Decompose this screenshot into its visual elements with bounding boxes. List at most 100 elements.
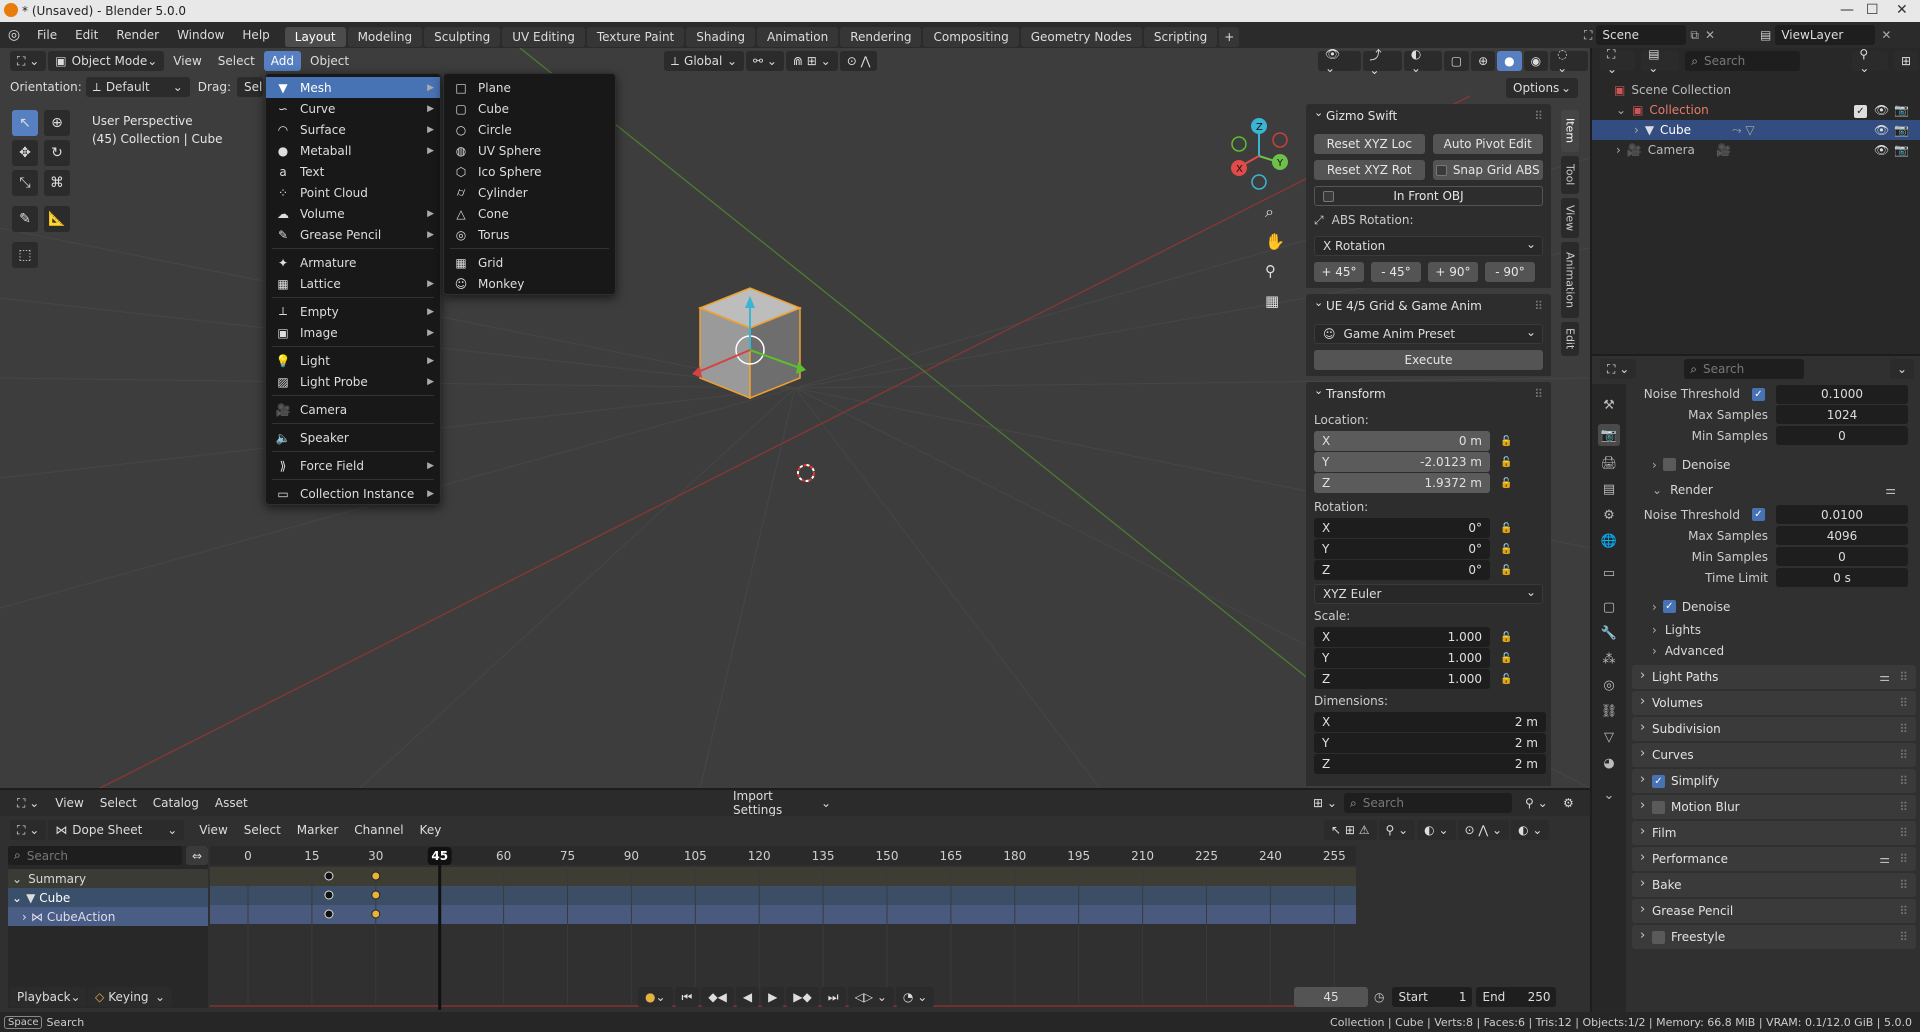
tab-texture-paint[interactable]: Texture Paint bbox=[586, 26, 685, 47]
viewport-min-samples-field[interactable]: 0 bbox=[1776, 426, 1908, 445]
panel-film[interactable]: Film ⠿ bbox=[1632, 821, 1916, 845]
keyframe-marker[interactable] bbox=[324, 871, 334, 881]
render-camera-icon[interactable]: 📷 bbox=[1894, 123, 1909, 137]
lock-icon[interactable]: 🔓 bbox=[1500, 653, 1512, 664]
dope-menu-key[interactable]: Key bbox=[413, 820, 449, 840]
pivot-icon[interactable]: ⚯ ⌄ bbox=[746, 51, 784, 71]
drag-handle-icon[interactable]: ⠿ bbox=[1899, 930, 1908, 944]
tab-modeling[interactable]: Modeling bbox=[347, 26, 423, 47]
panel-freestyle[interactable]: Freestyle ⠿ bbox=[1632, 925, 1916, 949]
drag-handle-icon[interactable]: ⠿ bbox=[1899, 904, 1908, 918]
view-layer-tab-icon[interactable]: ▤ bbox=[1598, 478, 1620, 500]
simplify-checkbox[interactable]: ✓ bbox=[1652, 774, 1665, 788]
navigation-gizmo[interactable]: Z Y X bbox=[1226, 116, 1296, 196]
viewport-noise-threshold-checkbox[interactable]: ✓ bbox=[1752, 387, 1765, 401]
panel-volumes[interactable]: Volumes ⠿ bbox=[1632, 691, 1916, 715]
start-frame-field[interactable]: Start 1 bbox=[1392, 987, 1473, 1007]
render-camera-icon[interactable]: 📷 bbox=[1894, 103, 1909, 117]
viewport-max-samples-field[interactable]: 1024 bbox=[1776, 405, 1908, 424]
import-settings-dropdown[interactable]: Import Settings ⌄ bbox=[726, 789, 838, 817]
lock-icon[interactable]: 🔓 bbox=[1500, 674, 1512, 685]
game-anim-preset-dropdown[interactable]: ☺ Game Anim Preset bbox=[1314, 324, 1543, 344]
render-denoise-checkbox[interactable]: ✓ bbox=[1662, 600, 1676, 613]
pin-icon[interactable]: ⧉ bbox=[1690, 28, 1699, 43]
menu-file[interactable]: File bbox=[28, 22, 66, 48]
tab-animation[interactable]: Animation bbox=[757, 26, 839, 47]
proportional-edit-icon[interactable]: ⊙ ⋀ bbox=[839, 51, 878, 71]
rotate-plus-45-button[interactable]: + 45° bbox=[1314, 262, 1364, 282]
channel-summary[interactable]: ⌄ Summary bbox=[8, 869, 208, 888]
pan-hand-icon[interactable]: ✋ bbox=[1265, 232, 1285, 251]
perspective-grid-icon[interactable]: ▦ bbox=[1265, 292, 1279, 310]
dope-menu-channel[interactable]: Channel bbox=[347, 820, 410, 840]
execute-button[interactable]: Execute bbox=[1314, 350, 1543, 370]
drag-handle-icon[interactable]: ⠿ bbox=[1899, 774, 1908, 788]
add-armature-item[interactable]: ✦ Armature bbox=[266, 252, 440, 273]
overlay-toggle-icon[interactable]: ◐ ⌄ bbox=[1511, 820, 1550, 840]
render-subpanel-row[interactable]: ⌄ Render ⚌ bbox=[1632, 479, 1916, 500]
editor-type-icon[interactable]: ⛶ ⌄ bbox=[10, 820, 47, 840]
object-tab-icon[interactable]: ▢ bbox=[1598, 596, 1620, 618]
jump-start-icon[interactable]: ⏮ bbox=[674, 987, 700, 1007]
collapse-icon[interactable]: › bbox=[1652, 623, 1657, 637]
menu-edit[interactable]: Edit bbox=[66, 22, 107, 48]
data-tab-icon[interactable]: ▽ bbox=[1598, 726, 1620, 748]
rotation-mode-dropdown[interactable]: XYZ Euler bbox=[1314, 584, 1543, 604]
mesh-cone-item[interactable]: △ Cone bbox=[444, 203, 615, 224]
maximize-icon[interactable]: ☐ bbox=[1866, 2, 1879, 18]
keyframe-marker[interactable] bbox=[371, 890, 381, 900]
overlay-toggle-icon[interactable]: ◐ ⌄ bbox=[1403, 48, 1442, 75]
clock-icon[interactable]: ◷ bbox=[1374, 990, 1384, 1004]
action-link-icon[interactable]: ⤳ ▽ bbox=[1732, 123, 1755, 138]
rotation-x-field[interactable]: X 0° bbox=[1314, 518, 1490, 538]
tab-view[interactable]: View bbox=[1561, 198, 1579, 238]
mesh-plane-item[interactable]: □ Plane bbox=[444, 77, 615, 98]
cube-row[interactable]: › ▼ Cube ⤳ ▽ 👁 📷 bbox=[1592, 120, 1920, 140]
collapse-icon[interactable]: › bbox=[1652, 458, 1657, 472]
add-metaball-item[interactable]: ● Metaball ▶ bbox=[266, 140, 440, 161]
mesh-ico-sphere-item[interactable]: ⬡ Ico Sphere bbox=[444, 161, 615, 182]
gizmo-swift-header[interactable]: Gizmo Swift ⠿ bbox=[1306, 104, 1551, 128]
drag-handle-icon[interactable]: ⠿ bbox=[1899, 852, 1908, 866]
current-frame-field[interactable]: 45 bbox=[1294, 987, 1368, 1007]
drag-handle-icon[interactable]: ⠿ bbox=[1899, 696, 1908, 710]
rotation-z-field[interactable]: Z 0° bbox=[1314, 560, 1490, 580]
rotation-axis-dropdown[interactable]: X Rotation bbox=[1314, 236, 1543, 256]
mesh-cylinder-item[interactable]: ⌭ Cylinder bbox=[444, 182, 615, 203]
visibility-eye-icon[interactable]: 👁 bbox=[1874, 103, 1889, 117]
tab-shading[interactable]: Shading bbox=[686, 26, 755, 47]
panel-bake[interactable]: Bake ⠿ bbox=[1632, 873, 1916, 897]
viewport-denoise-row[interactable]: › Denoise bbox=[1632, 454, 1916, 475]
render-time-limit-field[interactable]: 0 s bbox=[1776, 568, 1908, 587]
add-light-probe-item[interactable]: ▨ Light Probe ▶ bbox=[266, 371, 440, 392]
add-curve-item[interactable]: ∽ Curve ▶ bbox=[266, 98, 440, 119]
render-max-samples-field[interactable]: 4096 bbox=[1776, 526, 1908, 545]
panel-simplify[interactable]: ✓ Simplify ⠿ bbox=[1632, 769, 1916, 793]
add-grease-pencil-item[interactable]: ✎ Grease Pencil ▶ bbox=[266, 224, 440, 245]
blender-menu-icon[interactable]: ◎ bbox=[0, 22, 28, 48]
collapse-icon[interactable]: › bbox=[1616, 143, 1621, 157]
camera-data-icon[interactable]: 🎥 bbox=[1716, 143, 1731, 157]
add-point-cloud-item[interactable]: ⁘ Point Cloud bbox=[266, 182, 440, 203]
lights-subpanel-row[interactable]: › Lights bbox=[1632, 619, 1916, 640]
scene-collection-row[interactable]: ▣ Scene Collection bbox=[1592, 80, 1920, 100]
location-y-field[interactable]: Y -2.0123 m bbox=[1314, 452, 1490, 472]
editor-type-icon[interactable]: ⛶ ⌄ bbox=[10, 51, 47, 71]
remove-scene-icon[interactable]: ✕ bbox=[1705, 28, 1715, 42]
rotate-plus-90-button[interactable]: + 90° bbox=[1428, 262, 1478, 282]
lock-icon[interactable]: 🔓 bbox=[1500, 478, 1512, 489]
collection-row[interactable]: ⌄ ▣ Collection ✓ 👁 📷 bbox=[1592, 100, 1920, 120]
visibility-eye-icon[interactable]: 👁 bbox=[1874, 143, 1889, 157]
annotate-tool[interactable]: ✎ bbox=[12, 206, 38, 232]
output-tab-icon[interactable]: 🖨 bbox=[1598, 452, 1620, 474]
menu-object[interactable]: Object bbox=[303, 51, 356, 71]
render-noise-threshold-checkbox[interactable]: ✓ bbox=[1752, 508, 1765, 521]
select-box-tool[interactable]: ↖ bbox=[12, 110, 38, 136]
more-tabs-icon[interactable]: ⌄ bbox=[1598, 784, 1620, 806]
transform-tool[interactable]: ⌘ bbox=[44, 170, 70, 196]
expand-icon[interactable]: ⌄ bbox=[1616, 103, 1626, 117]
display-mode-icon[interactable]: ▤ ⌄ bbox=[1641, 47, 1680, 75]
panel-curves[interactable]: Curves ⠿ bbox=[1632, 743, 1916, 767]
rotate-minus-90-button[interactable]: - 90° bbox=[1485, 262, 1535, 282]
location-x-field[interactable]: X 0 m bbox=[1314, 431, 1490, 451]
